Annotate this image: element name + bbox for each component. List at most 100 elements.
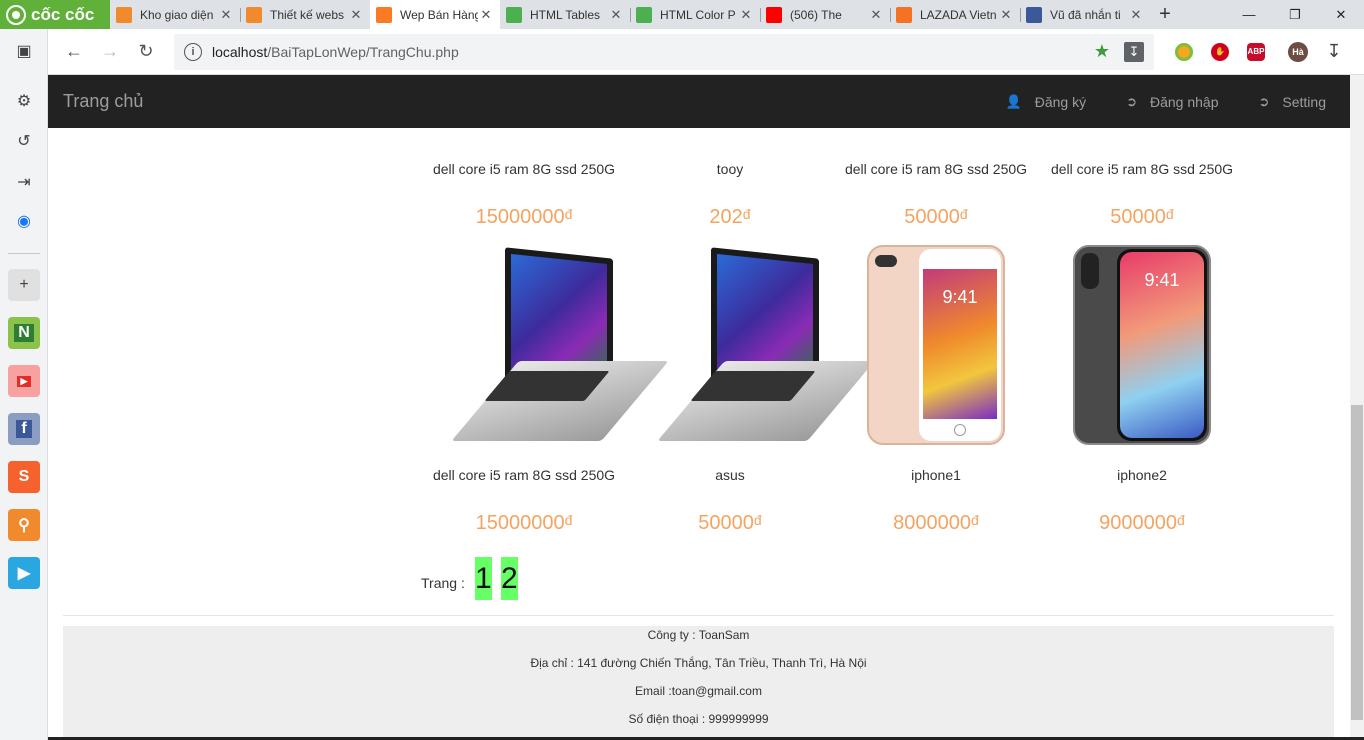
site-info-icon[interactable]: i (184, 42, 202, 61)
address-bar[interactable]: i localhost /BaiTapLonWep/TrangChu.php ★… (174, 33, 1154, 70)
facebook-icon (1026, 6, 1042, 23)
reload-button[interactable]: ↻ (128, 34, 164, 70)
page-link-1[interactable]: 1 (474, 557, 492, 600)
scrollbar-thumb[interactable] (1351, 405, 1363, 720)
pagination: Trang : 1 2 (421, 557, 527, 600)
url-host: localhost (212, 43, 268, 60)
product-price: 15000000đ (421, 206, 627, 229)
register-link[interactable]: 👤 Đăng ký (996, 94, 1097, 110)
news-icon[interactable]: N (8, 317, 40, 349)
url-path: /BaiTapLonWep/TrangChu.php (267, 43, 459, 60)
forward-button[interactable]: → (92, 34, 128, 70)
setting-link[interactable]: ➲ Setting (1249, 94, 1337, 110)
close-tab-icon[interactable]: ✕ (738, 7, 754, 23)
browser-sidebar: ▣ ⚙ ↺ ⇥ ◉ + N ▶ f S ⚲ ▶ (0, 29, 48, 740)
product-name[interactable]: dell core i5 ram 8G ssd 250G (1039, 161, 1245, 177)
price-value: 50000 (904, 206, 960, 228)
login-icon: ➲ (1126, 93, 1137, 109)
product-name[interactable]: iphone1 (833, 467, 1039, 483)
browser-tab[interactable]: Wep Bán Hàng ✕ (370, 0, 500, 29)
messenger-icon[interactable]: ◉ (8, 205, 40, 237)
tab-title: Thiết kế webs (270, 7, 345, 22)
window-close-button[interactable]: ✕ (1318, 0, 1364, 29)
product-image[interactable] (627, 245, 875, 445)
product-name[interactable]: tooy (627, 161, 833, 177)
search-icon[interactable]: ⚲ (8, 509, 40, 541)
history-icon[interactable]: ↺ (8, 125, 40, 157)
setting-icon: ➲ (1258, 93, 1270, 109)
close-tab-icon[interactable]: ✕ (348, 7, 364, 23)
close-tab-icon[interactable]: ✕ (998, 7, 1014, 23)
currency-symbol: đ (959, 206, 968, 222)
price-value: 202 (709, 206, 743, 228)
price-value: 15000000 (475, 206, 565, 228)
coccoc-menu-button[interactable]: cốc cốc (0, 0, 110, 29)
bookmark-star-icon[interactable]: ★ (1094, 41, 1110, 62)
tab-title: Vũ đã nhắn ti (1050, 7, 1121, 22)
sidebar-divider (8, 253, 40, 254)
currency-symbol: đ (1177, 512, 1185, 528)
back-button[interactable]: ← (56, 34, 92, 70)
close-tab-icon[interactable]: ✕ (868, 7, 884, 23)
star-burst-icon (116, 6, 132, 23)
product-image[interactable]: 9:41 (833, 245, 1039, 445)
youtube-icon[interactable]: ▶ (8, 365, 40, 397)
close-tab-icon[interactable]: ✕ (218, 7, 234, 23)
product-image[interactable] (421, 245, 669, 445)
close-tab-icon[interactable]: ✕ (1128, 7, 1144, 23)
browser-tab[interactable]: HTML Color P ✕ (630, 0, 760, 29)
footer-address: Địa chỉ : 141 đường Chiến Thắng, Tân Tri… (530, 656, 867, 670)
close-tab-icon[interactable]: ✕ (478, 7, 494, 23)
extension-adblock-hand-icon[interactable]: ✋ (1202, 42, 1238, 61)
extension-coccoc-icon[interactable] (1166, 42, 1202, 61)
download-page-icon[interactable]: ↧ (1124, 41, 1144, 62)
home-link[interactable]: Trang chủ (63, 91, 143, 112)
page-viewport: Trang chủ 👤 Đăng ký ➲ Đăng nhập ➲ Setting d… (48, 75, 1350, 740)
browser-tab[interactable]: LAZADA Vietn ✕ (890, 0, 1020, 29)
shopee-icon[interactable]: S (8, 461, 40, 493)
profile-avatar[interactable]: Hà (1280, 41, 1316, 62)
phone-image: 9:41 (1073, 245, 1211, 445)
price-value: 50000 (698, 512, 754, 534)
product-name[interactable]: iphone2 (1039, 467, 1245, 483)
xampp-icon (376, 6, 392, 23)
settings-icon[interactable]: ⚙ (8, 85, 40, 117)
maximize-button[interactable]: ❐ (1272, 0, 1318, 29)
site-navbar: Trang chủ 👤 Đăng ký ➲ Đăng nhập ➲ Setting (48, 75, 1350, 128)
product-name[interactable]: dell core i5 ram 8G ssd 250G (421, 467, 627, 483)
user-icon: 👤 (1005, 93, 1022, 109)
product-name[interactable]: dell core i5 ram 8G ssd 250G (421, 161, 627, 177)
laptop-image (651, 247, 875, 443)
downloads-icon[interactable]: ↧ (1316, 41, 1352, 62)
browser-tab-strip: cốc cốc Kho giao diện ✕ Thiết kế webs ✕ Wep … (0, 0, 1364, 29)
extension-abp-icon[interactable]: ABP (1238, 42, 1274, 61)
browser-tab[interactable]: Thiết kế webs ✕ (240, 0, 370, 29)
currency-symbol: đ (1165, 206, 1174, 222)
close-tab-icon[interactable]: ✕ (608, 7, 624, 23)
product-name[interactable]: dell core i5 ram 8G ssd 250G (833, 161, 1039, 177)
w3schools-icon (636, 6, 652, 23)
product-name[interactable]: asus (627, 467, 833, 483)
browser-tab[interactable]: (506) The ✕ (760, 0, 890, 29)
register-label: Đăng ký (1034, 93, 1087, 110)
product-image[interactable]: 9:41 (1039, 245, 1245, 445)
login-link[interactable]: ➲ Đăng nhập (1116, 94, 1228, 110)
footer-phone: Số điện thoại : 999999999 (628, 712, 769, 726)
media-player-icon[interactable]: ▶ (8, 557, 40, 589)
youtube-icon (766, 6, 782, 23)
new-tab-button[interactable]: + (1150, 0, 1180, 29)
browser-tab[interactable]: Kho giao diện ✕ (110, 0, 240, 29)
exit-icon[interactable]: ⇥ (8, 166, 40, 198)
add-shortcut-icon[interactable]: + (8, 269, 40, 301)
tab-title: Wep Bán Hàng (400, 7, 478, 22)
browser-tab[interactable]: Vũ đã nhắn ti ✕ (1020, 0, 1150, 29)
facebook-icon[interactable]: f (8, 413, 40, 445)
page-scrollbar[interactable] (1350, 75, 1364, 740)
minimize-button[interactable]: — (1226, 0, 1272, 29)
pagination-label: Trang : (421, 574, 465, 591)
page-link-2[interactable]: 2 (500, 557, 518, 600)
sidebar-toggle-icon[interactable]: ▣ (8, 35, 40, 67)
phone-image: 9:41 (867, 245, 1005, 445)
browser-tab[interactable]: HTML Tables ✕ (500, 0, 630, 29)
price-value: 8000000 (893, 512, 972, 534)
